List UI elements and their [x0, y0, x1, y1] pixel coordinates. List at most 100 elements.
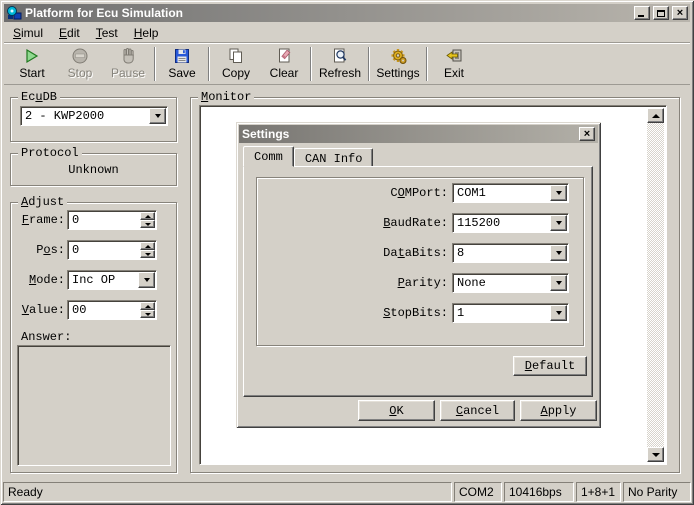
monitor-label: Monitor — [198, 90, 254, 105]
parity-label: Parity: — [398, 276, 448, 290]
chevron-down-icon[interactable] — [550, 245, 567, 261]
chevron-down-icon[interactable] — [550, 305, 567, 321]
arrow-down-icon[interactable] — [140, 310, 155, 318]
refresh-button[interactable]: Refresh — [314, 44, 366, 84]
settings-dialog: Settings × Comm CAN Info COMPort: COM1 B… — [236, 122, 601, 428]
frame-spinner[interactable]: 0 — [67, 210, 157, 230]
parity-combobox[interactable]: None — [452, 273, 569, 293]
clear-button[interactable]: Clear — [260, 44, 308, 84]
toolbar-separator — [426, 47, 428, 81]
value-label: Value: — [13, 303, 65, 317]
app-window: Platform for Ecu Simulation × Simul Edit… — [0, 0, 694, 505]
menu-simul[interactable]: Simul — [5, 25, 51, 41]
answer-label: Answer: — [21, 330, 71, 344]
default-button[interactable]: Default — [513, 356, 587, 376]
arrow-down-icon[interactable] — [140, 250, 155, 258]
stopbits-label: StopBits: — [383, 306, 448, 320]
comport-combobox[interactable]: COM1 — [452, 183, 569, 203]
maximize-icon[interactable] — [653, 6, 669, 20]
mode-combobox[interactable]: Inc OP — [67, 270, 157, 290]
comport-value: COM1 — [453, 184, 549, 202]
protocol-label: Protocol — [18, 146, 82, 161]
chevron-down-icon[interactable] — [149, 108, 166, 124]
toolbar: Start Stop — [4, 42, 690, 85]
pos-value: 0 — [68, 241, 139, 259]
arrow-up-icon[interactable] — [140, 212, 155, 220]
save-button[interactable]: Save — [158, 44, 206, 84]
value-spinner[interactable]: 00 — [67, 300, 157, 320]
stop-sign-icon — [71, 46, 89, 66]
toolbar-separator — [154, 47, 156, 81]
status-com-port: COM2 — [454, 482, 502, 502]
exit-door-icon — [445, 46, 463, 66]
cancel-button[interactable]: Cancel — [440, 400, 515, 421]
databits-combobox[interactable]: 8 — [452, 243, 569, 263]
status-parity: No Parity — [623, 482, 691, 502]
ok-button[interactable]: OK — [358, 400, 435, 421]
toolbar-separator — [368, 47, 370, 81]
databits-label: DataBits: — [383, 246, 448, 260]
arrow-down-icon[interactable] — [140, 220, 155, 228]
stopbits-value: 1 — [453, 304, 549, 322]
gear-icon — [389, 46, 407, 66]
menu-test[interactable]: Test — [88, 25, 126, 41]
menu-edit[interactable]: Edit — [51, 25, 88, 41]
hand-icon — [119, 46, 137, 66]
minimize-icon[interactable] — [634, 6, 650, 20]
apply-button[interactable]: Apply — [520, 400, 597, 421]
pos-spinner[interactable]: 0 — [67, 240, 157, 260]
baudrate-label: BaudRate: — [383, 216, 448, 230]
stopbits-combobox[interactable]: 1 — [452, 303, 569, 323]
frame-value: 0 — [68, 211, 139, 229]
arrow-up-icon[interactable] — [647, 108, 664, 123]
tab-can-info[interactable]: CAN Info — [294, 148, 374, 167]
pos-label: Pos: — [13, 243, 65, 257]
chevron-down-icon[interactable] — [550, 215, 567, 231]
arrow-down-icon[interactable] — [647, 447, 664, 462]
monitor-scrollbar[interactable] — [647, 108, 664, 462]
copy-button[interactable]: Copy — [212, 44, 260, 84]
pause-button[interactable]: Pause — [104, 44, 152, 84]
arrow-up-icon[interactable] — [140, 302, 155, 310]
toolbar-separator — [310, 47, 312, 81]
magnifier-page-icon — [331, 46, 349, 66]
adjust-group: Adjust Frame: 0 Pos: 0 Mode: — [10, 202, 177, 473]
baudrate-value: 115200 — [453, 214, 549, 232]
adjust-label: Adjust — [18, 195, 67, 210]
close-icon[interactable]: × — [672, 6, 688, 20]
settings-button[interactable]: Settings — [372, 44, 424, 84]
floppy-icon — [173, 46, 191, 66]
play-icon — [23, 46, 41, 66]
menu-help[interactable]: Help — [126, 25, 167, 41]
protocol-group: Protocol Unknown — [10, 153, 177, 186]
mode-label: Mode: — [13, 273, 65, 287]
settings-dialog-title: Settings — [242, 127, 579, 141]
chevron-down-icon[interactable] — [550, 185, 567, 201]
baudrate-combobox[interactable]: 115200 — [452, 213, 569, 233]
protocol-value: Unknown — [11, 163, 176, 177]
ecudb-value: 2 - KWP2000 — [21, 107, 148, 125]
window-titlebar[interactable]: Platform for Ecu Simulation × — [4, 4, 690, 22]
tab-comm[interactable]: Comm — [243, 146, 294, 167]
settings-tabs: Comm CAN Info — [243, 146, 373, 167]
status-framing: 1+8+1 — [576, 482, 621, 502]
statusbar: Ready COM2 10416bps 1+8+1 No Parity — [3, 482, 691, 502]
ecudb-group: EcuDB 2 - KWP2000 — [10, 97, 177, 142]
window-title: Platform for Ecu Simulation — [25, 6, 631, 20]
eraser-page-icon — [275, 46, 293, 66]
stop-button[interactable]: Stop — [56, 44, 104, 84]
chevron-down-icon[interactable] — [138, 272, 155, 288]
mode-value: Inc OP — [68, 271, 137, 289]
frame-label: Frame: — [13, 213, 65, 227]
copy-pages-icon — [227, 46, 245, 66]
start-button[interactable]: Start — [8, 44, 56, 84]
exit-button[interactable]: Exit — [430, 44, 478, 84]
comport-label: COMPort: — [390, 186, 448, 200]
settings-dialog-titlebar[interactable]: Settings × — [239, 125, 598, 143]
arrow-up-icon[interactable] — [140, 242, 155, 250]
close-icon[interactable]: × — [579, 127, 595, 141]
app-icon — [6, 5, 22, 21]
value-value: 00 — [68, 301, 139, 319]
ecudb-combobox[interactable]: 2 - KWP2000 — [20, 106, 168, 126]
chevron-down-icon[interactable] — [550, 275, 567, 291]
